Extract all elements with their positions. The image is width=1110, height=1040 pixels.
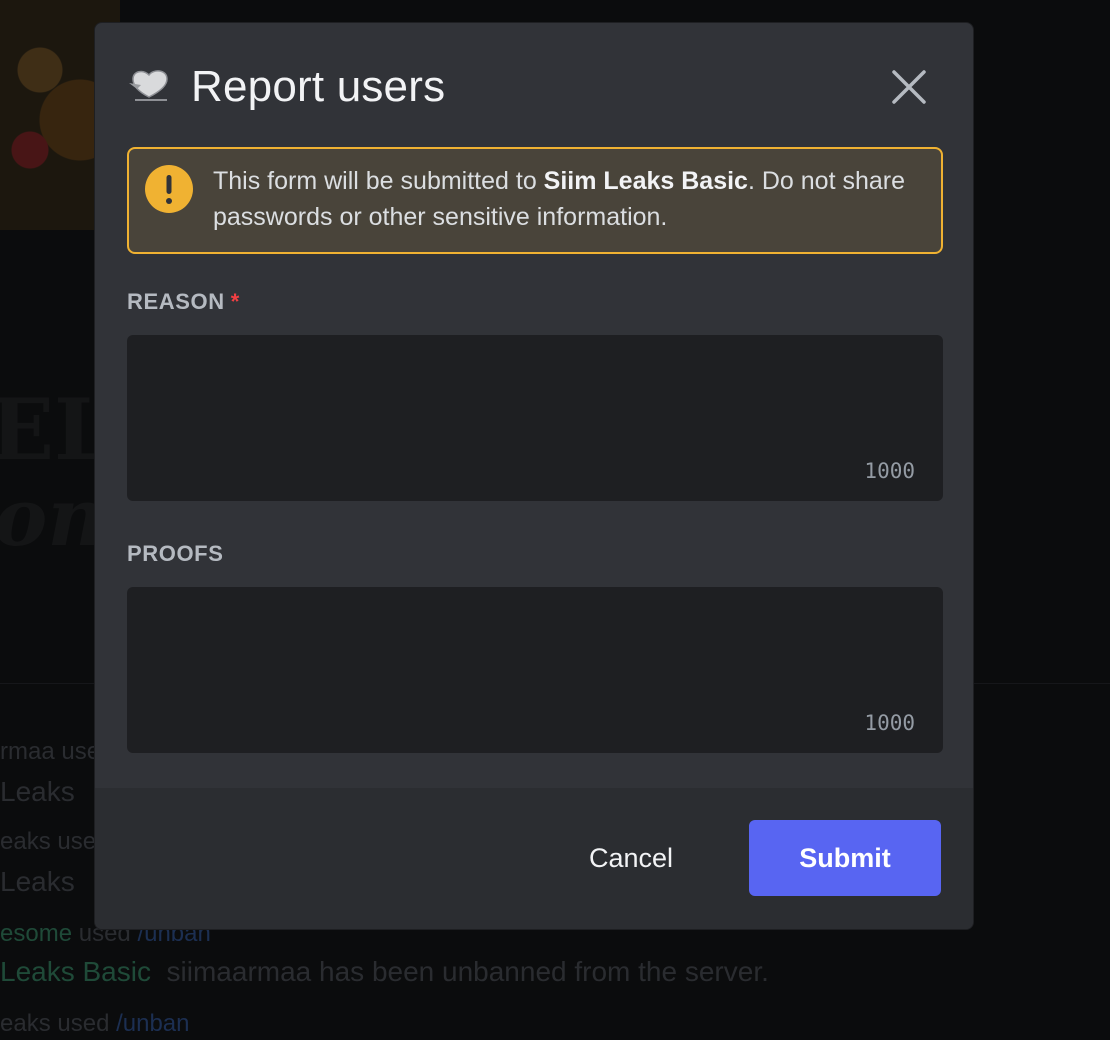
close-icon [892, 70, 926, 104]
reason-char-counter: 1000 [864, 459, 915, 483]
modal-title: Report users [191, 62, 446, 111]
background-message-line: Leaks [0, 866, 75, 897]
background-message-line: eaks use [0, 828, 97, 855]
cancel-button[interactable]: Cancel [551, 820, 711, 896]
submit-button[interactable]: Submit [749, 820, 941, 896]
reason-label: REASON * [127, 289, 240, 314]
background-message-line: Leaks [0, 776, 75, 807]
proofs-char-counter: 1000 [864, 711, 915, 735]
background-message-line: Leaks Basic siimaarmaa has been unbanned… [0, 956, 769, 987]
modal-header: Report users [127, 59, 445, 115]
proofs-textarea[interactable] [127, 587, 943, 753]
background-welcome-art: EL on [0, 380, 114, 564]
warning-text: This form will be submitted to Siim Leak… [213, 167, 905, 231]
proofs-field-container: 1000 [127, 587, 943, 753]
background-message-line: rmaa use [0, 738, 101, 765]
proofs-label: PROOFS [127, 541, 224, 566]
modal-footer: Cancel Submit [95, 788, 973, 929]
close-button[interactable] [889, 67, 929, 107]
reason-field-container: 1000 [127, 335, 943, 501]
warning-notice: This form will be submitted to Siim Leak… [127, 147, 943, 254]
heart-app-icon [127, 65, 191, 110]
exclamation-circle-icon [145, 165, 193, 213]
reason-textarea[interactable] [127, 335, 943, 501]
report-users-modal: Report users This form will be submitted… [94, 22, 974, 930]
server-name: Siim Leaks Basic [543, 167, 748, 195]
required-indicator: * [230, 289, 240, 314]
background-message-line: eaks used /unban [0, 1010, 190, 1037]
